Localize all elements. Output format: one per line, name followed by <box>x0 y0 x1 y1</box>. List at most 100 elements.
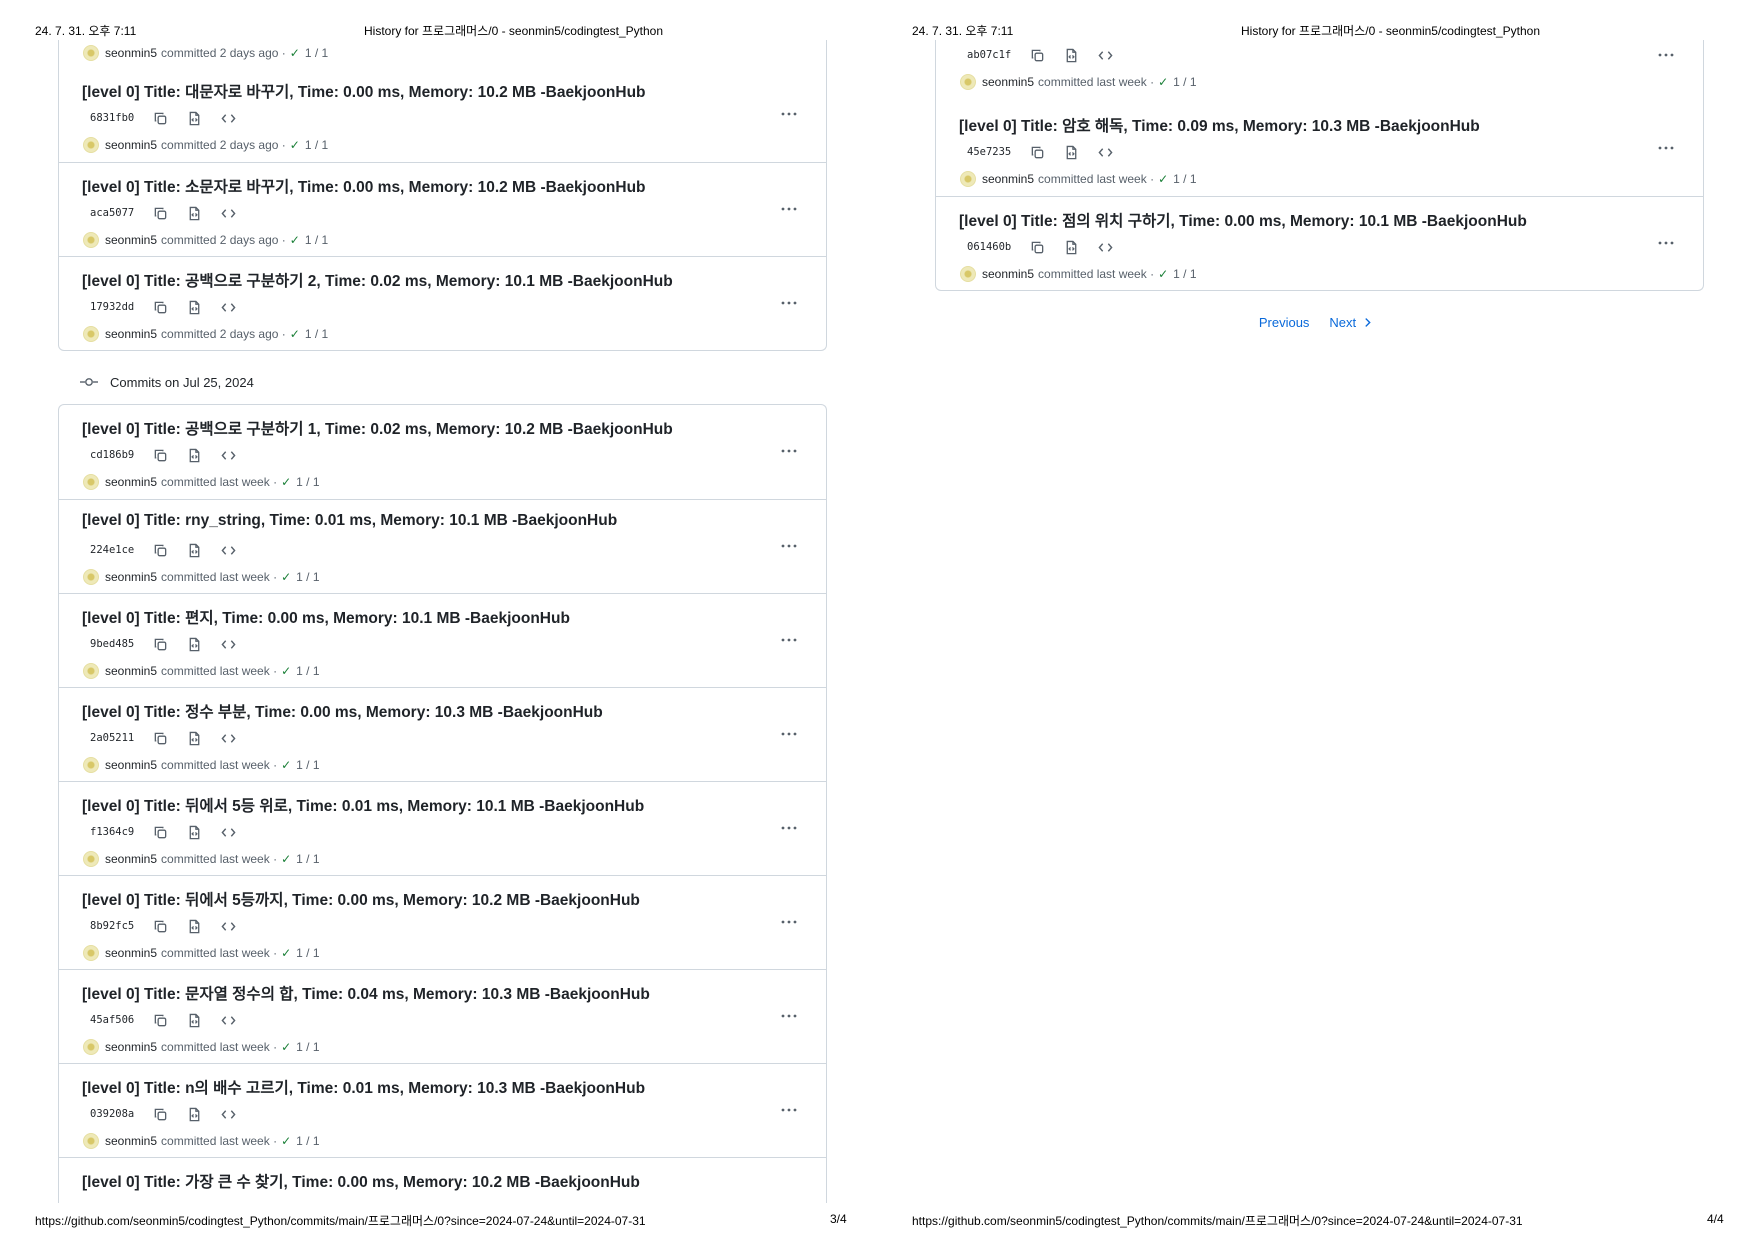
more-options-button[interactable] <box>777 441 801 461</box>
commit-sha[interactable]: 224e1ce <box>90 544 150 556</box>
more-options-button[interactable] <box>1654 233 1678 253</box>
commit-sha[interactable]: f1364c9 <box>90 826 150 838</box>
avatar[interactable] <box>83 945 99 961</box>
file-code-icon[interactable] <box>1061 237 1081 257</box>
author-link[interactable]: seonmin5 <box>105 1040 157 1054</box>
author-link[interactable]: seonmin5 <box>105 46 157 60</box>
commit-sha[interactable]: 6831fb0 <box>90 112 150 124</box>
more-options-button[interactable] <box>777 724 801 744</box>
copy-icon[interactable] <box>150 728 170 748</box>
author-link[interactable]: seonmin5 <box>982 172 1034 186</box>
check-icon[interactable]: ✓ <box>281 758 291 772</box>
check-icon[interactable]: ✓ <box>1158 75 1168 89</box>
author-link[interactable]: seonmin5 <box>105 327 157 341</box>
checks-count[interactable]: 1 / 1 <box>296 664 319 678</box>
file-code-icon[interactable] <box>184 297 204 317</box>
author-link[interactable]: seonmin5 <box>105 233 157 247</box>
copy-icon[interactable] <box>1027 142 1047 162</box>
commit-title[interactable]: [level 0] Title: 뒤에서 5등 위로, Time: 0.01 m… <box>82 794 644 816</box>
checks-count[interactable]: 1 / 1 <box>305 46 328 60</box>
commit-title[interactable]: [level 0] Title: n의 배수 고르기, Time: 0.01 m… <box>82 1076 645 1098</box>
author-link[interactable]: seonmin5 <box>105 138 157 152</box>
avatar[interactable] <box>960 74 976 90</box>
more-options-button[interactable] <box>777 1100 801 1120</box>
more-options-button[interactable] <box>777 818 801 838</box>
commit-title[interactable]: [level 0] Title: 편지, Time: 0.00 ms, Memo… <box>82 606 570 628</box>
author-link[interactable]: seonmin5 <box>105 852 157 866</box>
copy-icon[interactable] <box>150 1010 170 1030</box>
copy-icon[interactable] <box>1027 45 1047 65</box>
check-icon[interactable]: ✓ <box>281 570 291 584</box>
file-code-icon[interactable] <box>184 445 204 465</box>
avatar[interactable] <box>83 757 99 773</box>
code-icon[interactable] <box>218 728 238 748</box>
check-icon[interactable]: ✓ <box>281 1040 291 1054</box>
checks-count[interactable]: 1 / 1 <box>296 852 319 866</box>
commit-title[interactable]: [level 0] Title: 점의 위치 구하기, Time: 0.00 m… <box>959 209 1527 231</box>
check-icon[interactable]: ✓ <box>1158 172 1168 186</box>
commit-title[interactable]: [level 0] Title: 대문자로 바꾸기, Time: 0.00 ms… <box>82 80 646 102</box>
checks-count[interactable]: 1 / 1 <box>296 1134 319 1148</box>
author-link[interactable]: seonmin5 <box>105 570 157 584</box>
commit-sha[interactable]: 45af506 <box>90 1014 150 1026</box>
commit-title[interactable]: [level 0] Title: 소문자로 바꾸기, Time: 0.00 ms… <box>82 175 646 197</box>
more-options-button[interactable] <box>777 293 801 313</box>
author-link[interactable]: seonmin5 <box>982 75 1034 89</box>
commit-title[interactable]: [level 0] Title: rny_string, Time: 0.01 … <box>82 512 617 530</box>
avatar[interactable] <box>83 1133 99 1149</box>
file-code-icon[interactable] <box>184 540 204 560</box>
checks-count[interactable]: 1 / 1 <box>296 570 319 584</box>
avatar[interactable] <box>83 137 99 153</box>
file-code-icon[interactable] <box>184 634 204 654</box>
commit-sha[interactable]: 2a05211 <box>90 732 150 744</box>
commit-title[interactable]: [level 0] Title: 가장 큰 수 찾기, Time: 0.00 m… <box>82 1170 640 1192</box>
code-icon[interactable] <box>218 1010 238 1030</box>
file-code-icon[interactable] <box>184 108 204 128</box>
copy-icon[interactable] <box>150 203 170 223</box>
avatar[interactable] <box>960 266 976 282</box>
file-code-icon[interactable] <box>184 822 204 842</box>
file-code-icon[interactable] <box>1061 45 1081 65</box>
copy-icon[interactable] <box>150 916 170 936</box>
check-icon[interactable]: ✓ <box>290 327 300 341</box>
avatar[interactable] <box>83 851 99 867</box>
checks-count[interactable]: 1 / 1 <box>296 946 319 960</box>
next-page-link[interactable]: Next <box>1329 315 1371 330</box>
commit-sha[interactable]: 17932dd <box>90 301 150 313</box>
more-options-button[interactable] <box>777 630 801 650</box>
copy-icon[interactable] <box>150 108 170 128</box>
code-icon[interactable] <box>1095 45 1115 65</box>
code-icon[interactable] <box>218 916 238 936</box>
commit-sha[interactable]: 061460b <box>967 241 1027 253</box>
code-icon[interactable] <box>218 1104 238 1124</box>
code-icon[interactable] <box>218 445 238 465</box>
code-icon[interactable] <box>218 297 238 317</box>
checks-count[interactable]: 1 / 1 <box>305 233 328 247</box>
commit-title[interactable]: [level 0] Title: 암호 해독, Time: 0.09 ms, M… <box>959 114 1480 136</box>
commit-sha[interactable]: aca5077 <box>90 207 150 219</box>
avatar[interactable] <box>83 569 99 585</box>
check-icon[interactable]: ✓ <box>281 1134 291 1148</box>
copy-icon[interactable] <box>150 445 170 465</box>
commit-title[interactable]: [level 0] Title: 공백으로 구분하기 2, Time: 0.02… <box>82 269 673 291</box>
copy-icon[interactable] <box>150 1104 170 1124</box>
file-code-icon[interactable] <box>184 1010 204 1030</box>
file-code-icon[interactable] <box>184 916 204 936</box>
more-options-button[interactable] <box>777 104 801 124</box>
avatar[interactable] <box>83 45 99 61</box>
file-code-icon[interactable] <box>184 728 204 748</box>
author-link[interactable]: seonmin5 <box>982 267 1034 281</box>
check-icon[interactable]: ✓ <box>290 138 300 152</box>
check-icon[interactable]: ✓ <box>290 46 300 60</box>
author-link[interactable]: seonmin5 <box>105 758 157 772</box>
checks-count[interactable]: 1 / 1 <box>305 327 328 341</box>
checks-count[interactable]: 1 / 1 <box>1173 267 1196 281</box>
copy-icon[interactable] <box>150 297 170 317</box>
code-icon[interactable] <box>218 822 238 842</box>
commit-sha[interactable]: ab07c1f <box>967 49 1027 61</box>
check-icon[interactable]: ✓ <box>281 946 291 960</box>
checks-count[interactable]: 1 / 1 <box>296 475 319 489</box>
more-options-button[interactable] <box>777 199 801 219</box>
avatar[interactable] <box>83 474 99 490</box>
file-code-icon[interactable] <box>184 1104 204 1124</box>
